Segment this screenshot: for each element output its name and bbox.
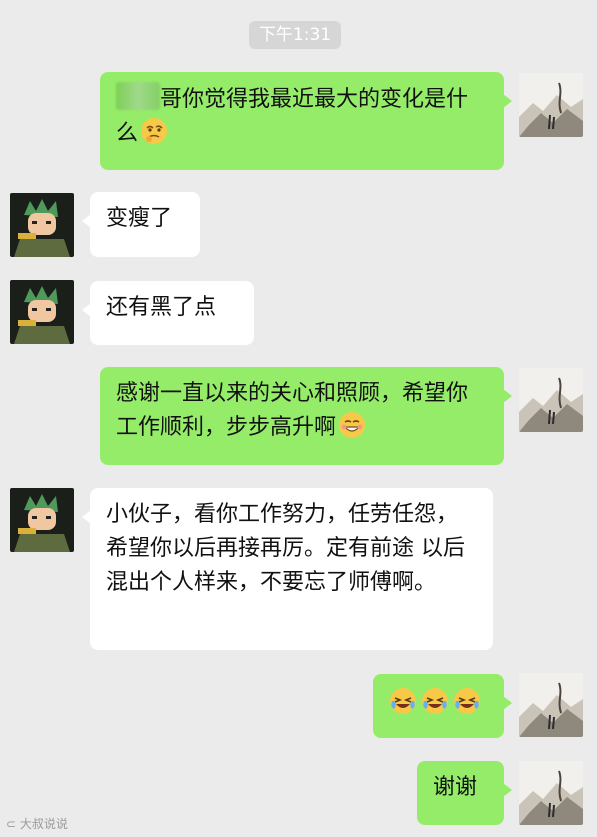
watermark: ⊂ 大叔说说 [6,817,68,831]
blurred-name [116,82,160,110]
my-avatar[interactable] [519,761,583,825]
message-text: 小伙子，看你工作努力，任劳任怨，希望你以后再接再厉。定有前途 以后混出个人样来，… [106,502,465,595]
message-bubble-sent[interactable] [373,674,512,738]
message-bubble-sent[interactable]: 哥你觉得我最近最大的变化是什么 [100,72,512,170]
grinning-face-icon [338,411,366,439]
timestamp: 下午1:31 [249,21,341,49]
watermark-text: 大叔说说 [19,817,68,831]
friend-avatar[interactable] [10,488,74,552]
message-text: 谢谢 [433,775,478,800]
message-bubble-sent[interactable]: 感谢一直以来的关心和照顾，希望你工作顺利，步步高升啊 [100,367,512,465]
message-bubble-received[interactable]: 还有黑了点 [82,281,254,345]
friend-avatar[interactable] [10,280,74,344]
my-avatar[interactable] [519,368,583,432]
friend-avatar[interactable] [10,193,74,257]
my-avatar[interactable] [519,73,583,137]
crying-laughing-icon [421,687,449,715]
my-avatar[interactable] [519,673,583,737]
message-text: 哥你觉得我最近最大的变化是什么 [116,87,469,146]
crying-laughing-icon [453,687,481,715]
message-text: 变瘦了 [106,206,173,231]
message-text: 感谢一直以来的关心和照顾，希望你工作顺利，步步高升啊 [116,381,469,440]
message-text: 还有黑了点 [106,295,217,320]
message-bubble-received[interactable]: 小伙子，看你工作努力，任劳任怨，希望你以后再接再厉。定有前途 以后混出个人样来，… [82,488,493,650]
message-bubble-sent[interactable]: 谢谢 [417,761,512,825]
thinking-face-icon [140,117,168,145]
crying-laughing-icon [389,687,417,715]
message-bubble-received[interactable]: 变瘦了 [82,192,200,257]
